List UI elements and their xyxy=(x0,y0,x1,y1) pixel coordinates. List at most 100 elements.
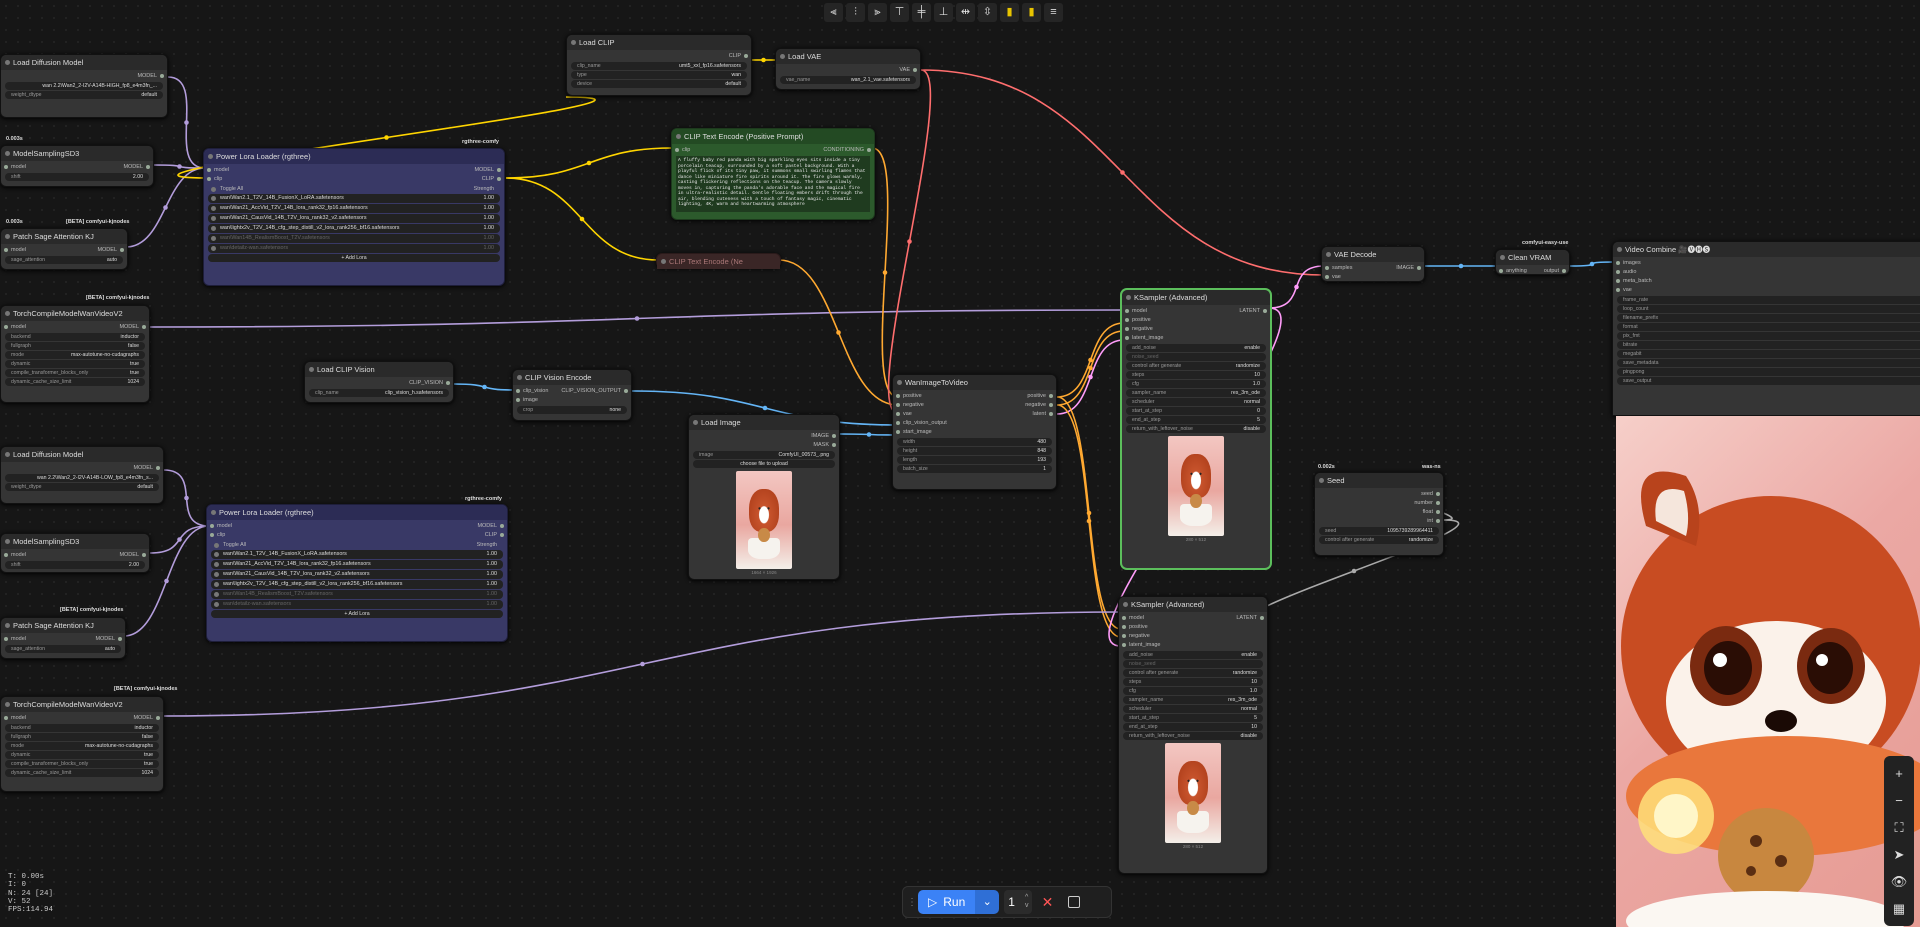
widget-compile-transformer-blocks-only[interactable]: compile_transformer_blocks_only true xyxy=(5,760,159,768)
lora-row[interactable]: wan\Wan21_AccVid_T2V_14B_lora_rank32_fp1… xyxy=(211,560,503,569)
lora-strength[interactable]: 1.00 xyxy=(484,204,495,213)
output-port[interactable]: int xyxy=(1414,517,1440,525)
widget-format[interactable]: format xyxy=(1617,323,1920,331)
lora-row[interactable]: wan\Wan21_CausVid_14B_T2V_lora_rank32_v2… xyxy=(211,570,503,579)
node-load-diff-1[interactable]: Load Diffusion Model MODEL wan 2.2\Wan2_2-… xyxy=(0,54,168,118)
widget-save_metadata[interactable]: save_metadata xyxy=(1617,359,1920,367)
node-clean-vram[interactable]: Clean VRAM anything output xyxy=(1495,249,1570,275)
lora-row[interactable]: wan\Wan2.1_T2V_14B_FusionX_LoRA.safetens… xyxy=(211,550,503,559)
input-port[interactable]: start_image xyxy=(896,428,947,436)
widget-frame_rate[interactable]: frame_rate xyxy=(1617,296,1920,304)
distribute-h-icon[interactable]: ⇹ xyxy=(956,3,975,22)
input-port[interactable]: image xyxy=(515,396,548,404)
widget-clip-name[interactable]: clip_name clip_vision_h.safetensors xyxy=(309,389,449,397)
output-port[interactable]: IMAGE xyxy=(1396,264,1421,272)
widget-sampler-name[interactable]: sampler_name res_3m_ode xyxy=(1123,696,1263,704)
widget-dynamic-cache-size-limit[interactable]: dynamic_cache_size_limit 1024 xyxy=(5,378,145,386)
input-port[interactable]: model xyxy=(207,166,229,174)
widget-type[interactable]: type wan xyxy=(571,71,747,79)
widget-noise-seed[interactable]: noise_seed xyxy=(1123,660,1263,668)
input-port[interactable]: model xyxy=(4,635,26,643)
node-clip-vision-enc[interactable]: CLIP Vision Encode clip_vision image CLIP_V… xyxy=(512,369,632,421)
output-port[interactable]: MASK xyxy=(811,441,836,449)
output-port[interactable]: MODEL xyxy=(137,72,164,80)
lora-row[interactable]: wan\Wan21_CausVid_14B_T2V_lora_rank32_v2… xyxy=(208,214,500,223)
prompt-textarea[interactable]: A fluffy baby red panda with big sparkli… xyxy=(676,156,870,212)
input-port[interactable]: samples xyxy=(1324,264,1352,272)
lora-row[interactable]: wan\detailz-wan.safetensors 1.00 xyxy=(208,244,500,253)
widget-megabit[interactable]: megabit xyxy=(1617,350,1920,358)
widget-return-with-leftover-noise[interactable]: return_with_leftover_noise disable xyxy=(1123,732,1263,740)
batch-count-value[interactable]: 1 xyxy=(1008,895,1015,909)
node-wan-i2v[interactable]: WanImageToVideo positive negative vae clip_v… xyxy=(892,374,1057,490)
output-port[interactable]: seed xyxy=(1414,490,1440,498)
run-mode-dropdown[interactable]: ⌄ xyxy=(975,890,1000,914)
input-port[interactable]: positive xyxy=(896,392,947,400)
input-port[interactable]: model xyxy=(1125,307,1164,315)
lora-strength[interactable]: 1.00 xyxy=(484,224,495,233)
lora-strength[interactable]: 1.00 xyxy=(487,570,498,579)
node-lora-2[interactable]: Power Lora Loader (rgthree) model clip MODE… xyxy=(206,504,508,642)
widget-return-with-leftover-noise[interactable]: return_with_leftover_noise disable xyxy=(1126,425,1266,433)
node-clip-neg[interactable]: CLIP Text Encode (Ne xyxy=(656,253,781,269)
node-clip-pos[interactable]: CLIP Text Encode (Positive Prompt) clip CO… xyxy=(671,128,875,220)
widget-vae-name[interactable]: vae_name wan_2.1_vae.safetensors xyxy=(780,76,916,84)
output-port[interactable]: CLIP xyxy=(477,531,504,539)
zoom-in-icon[interactable]: + xyxy=(1895,760,1903,787)
output-port[interactable]: IMAGE xyxy=(811,432,836,440)
widget-pingpong[interactable]: pingpong xyxy=(1617,368,1920,376)
widget-steps[interactable]: steps 10 xyxy=(1123,678,1263,686)
sage-attention-widget[interactable]: sage_attention auto xyxy=(5,645,121,653)
output-port[interactable]: VAE xyxy=(899,66,917,74)
output-port[interactable]: LATENT xyxy=(1236,614,1264,622)
widget-cfg[interactable]: cfg 1.0 xyxy=(1126,380,1266,388)
input-port[interactable]: negative xyxy=(1125,325,1164,333)
visibility-icon[interactable]: 👁 xyxy=(1891,868,1908,895)
decrement-icon[interactable]: v xyxy=(1025,902,1029,910)
widget-mode[interactable]: mode max-autotune-no-cudagraphs xyxy=(5,351,145,359)
widget-dynamic-cache-size-limit[interactable]: dynamic_cache_size_limit 1024 xyxy=(5,769,159,777)
input-port[interactable]: model xyxy=(4,714,26,722)
upload-button[interactable]: choose file to upload xyxy=(693,460,835,468)
widget-filename_prefix[interactable]: filename_prefix xyxy=(1617,314,1920,322)
zoom-out-icon[interactable]: − xyxy=(1895,787,1903,814)
distribute-v-icon[interactable]: ⇳ xyxy=(978,3,997,22)
minimap-icon[interactable]: ▦ xyxy=(1893,895,1905,922)
lora-row[interactable]: wan\Wan14B_RealismBoost_T2V.safetensors 1… xyxy=(208,234,500,243)
add-lora-button[interactable]: + Add Lora xyxy=(208,254,500,262)
lora-row[interactable]: wan\Wan14B_RealismBoost_T2V.safetensors 1… xyxy=(211,590,503,599)
widget-add-noise[interactable]: add_noise enable xyxy=(1123,651,1263,659)
node-lora-1[interactable]: Power Lora Loader (rgthree) model clip MODE… xyxy=(203,148,505,286)
node-torch-compile-1[interactable]: TorchCompileModelWanVideoV2 model MODEL bac… xyxy=(0,305,150,403)
lora-row[interactable]: wan\detailz-wan.safetensors 1.00 xyxy=(211,600,503,609)
widget-batch-size[interactable]: batch_size 1 xyxy=(897,465,1052,473)
shift-widget[interactable]: shift 2.00 xyxy=(5,561,145,569)
output-port[interactable]: positive xyxy=(1025,392,1053,400)
output-port[interactable]: MODEL xyxy=(133,464,160,472)
menu-icon[interactable]: ≡ xyxy=(1044,3,1063,22)
output-port[interactable]: LATENT xyxy=(1239,307,1267,315)
input-port[interactable]: model xyxy=(210,522,232,530)
output-port[interactable]: float xyxy=(1414,508,1440,516)
input-port[interactable]: clip_vision xyxy=(515,387,548,395)
input-port[interactable]: clip xyxy=(207,175,229,183)
widget-crop[interactable]: crop none xyxy=(517,406,627,414)
node-vae-decode[interactable]: VAE Decode samples vae IMAGE xyxy=(1321,246,1425,282)
widget-clip-name[interactable]: clip_name umt5_xxl_fp16.safetensors xyxy=(571,62,747,70)
drag-handle-icon[interactable]: ⋮⋮ xyxy=(907,897,927,908)
widget-seed[interactable]: seed 1095739289964411 xyxy=(1319,527,1439,535)
output-port[interactable]: MODEL xyxy=(133,714,160,722)
widget-add-noise[interactable]: add_noise enable xyxy=(1126,344,1266,352)
fit-view-icon[interactable]: ⛶ xyxy=(1894,814,1903,841)
widget-noise-seed[interactable]: noise_seed xyxy=(1126,353,1266,361)
widget-bitrate[interactable]: bitrate xyxy=(1617,341,1920,349)
output-port[interactable]: CLIP_VISION xyxy=(409,379,450,387)
input-port[interactable]: clip_vision_output xyxy=(896,419,947,427)
node-load-diff-2[interactable]: Load Diffusion Model MODEL wan 2.2\Wan2_2-… xyxy=(0,446,164,504)
input-port[interactable]: meta_batch xyxy=(1616,277,1652,285)
input-port[interactable]: positive xyxy=(1122,623,1161,631)
node-ks1[interactable]: KSampler (Advanced) model positive negative… xyxy=(1121,289,1271,569)
output-port[interactable]: output xyxy=(1544,267,1567,275)
weight-dtype-widget[interactable]: weight_dtype default xyxy=(5,483,159,491)
unet-name-widget[interactable]: wan 2.2\Wan2_2-I2V-A14B-LOW_fp8_e4m3fn_s… xyxy=(5,474,159,482)
